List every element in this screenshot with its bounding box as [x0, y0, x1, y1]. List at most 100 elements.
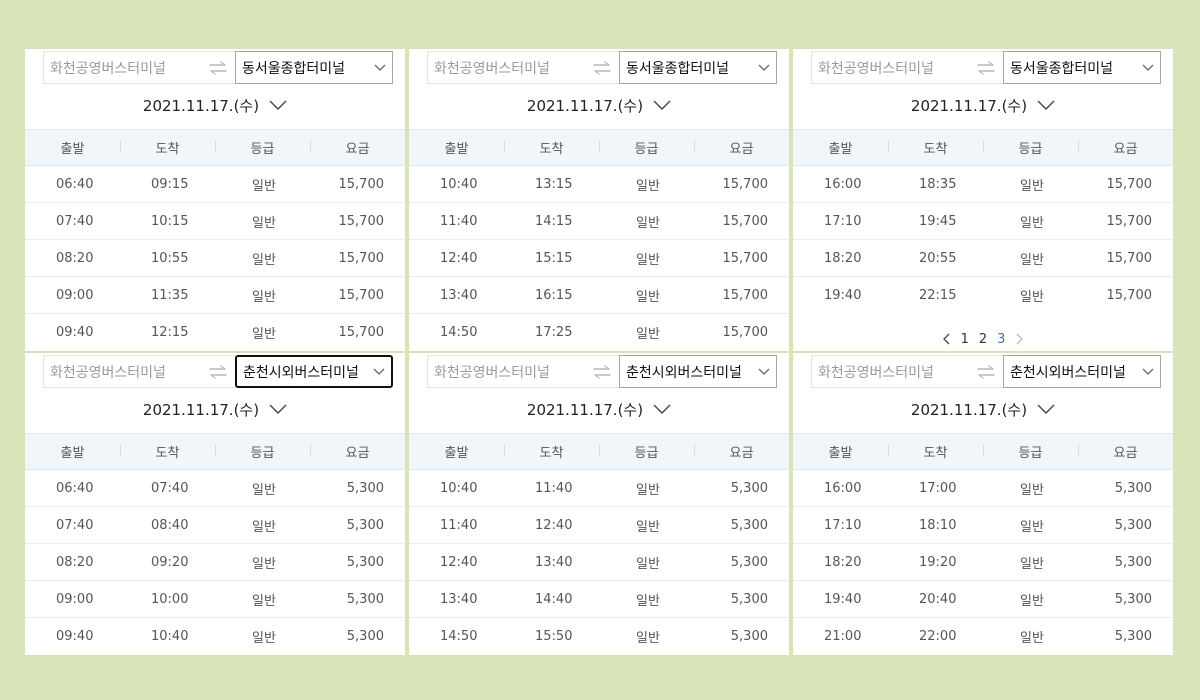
fare: 5,300	[1114, 517, 1152, 533]
table-row[interactable]: 12:40 13:40 일반 5,300	[409, 544, 789, 581]
table-row[interactable]: 09:40 12:15 일반 15,700	[25, 314, 405, 351]
table-row[interactable]: 11:40 14:15 일반 15,700	[409, 203, 789, 240]
chevron-down-icon	[758, 368, 770, 376]
table-row[interactable]: 16:00 17:00 일반 5,300	[793, 470, 1173, 507]
table-body: 10:40 13:15 일반 15,700 11:40 14:15 일반 15,700 12:4…	[409, 166, 789, 351]
timetable-panel-5: 화천공영버스터미널 춘천시외버스터미널 2021.11.17.(수) 출발 도착 등…	[409, 353, 789, 655]
table-row[interactable]: 17:10 18:10 일반 5,300	[793, 507, 1173, 544]
table-row[interactable]: 11:40 12:40 일반 5,300	[409, 507, 789, 544]
fare: 15,700	[722, 287, 769, 303]
chevron-left-icon[interactable]	[942, 333, 951, 345]
swap-button[interactable]	[585, 51, 619, 84]
departure-time: 21:00	[824, 629, 862, 644]
date-value: 2021.11.17.(수)	[910, 400, 1028, 419]
table-row[interactable]: 13:40 14:40 일반 5,300	[409, 581, 789, 618]
arrival-time: 12:40	[535, 517, 573, 533]
table-row[interactable]: 18:20 19:20 일반 5,300	[793, 544, 1173, 581]
fare: 15,700	[722, 250, 769, 266]
date-selector[interactable]: 2021.11.17.(수)	[25, 395, 405, 423]
date-selector[interactable]: 2021.11.17.(수)	[793, 91, 1173, 119]
arrival-time: 07:40	[151, 480, 189, 496]
table-row[interactable]: 08:20 09:20 일반 5,300	[25, 544, 405, 581]
arrival-time: 13:40	[535, 554, 573, 570]
departure-time: 09:00	[56, 591, 94, 607]
page-number-2[interactable]: 2	[979, 332, 987, 347]
chevron-down-icon	[1037, 404, 1055, 414]
column-header: 도착	[504, 138, 599, 157]
origin-field[interactable]: 화천공영버스터미널	[427, 355, 585, 388]
table-row[interactable]: 21:00 22:00 일반 5,300	[793, 618, 1173, 655]
table-row[interactable]: 12:40 15:15 일반 15,700	[409, 240, 789, 277]
arrival-time: 10:15	[151, 213, 189, 229]
chevron-down-icon	[1142, 368, 1154, 376]
table-row[interactable]: 16:00 18:35 일반 15,700	[793, 166, 1173, 203]
fare: 15,700	[722, 325, 769, 340]
departure-time: 13:40	[440, 287, 478, 303]
column-header: 등급	[599, 138, 694, 157]
origin-field[interactable]: 화천공영버스터미널	[811, 355, 969, 388]
table-row[interactable]: 14:50 15:50 일반 5,300	[409, 618, 789, 655]
destination-select[interactable]: 동서울종합터미널	[1003, 51, 1161, 84]
table-row[interactable]: 09:40 10:40 일반 5,300	[25, 618, 405, 655]
destination-select[interactable]: 춘천시외버스터미널	[619, 355, 777, 388]
swap-button[interactable]	[969, 355, 1003, 388]
table-row[interactable]: 18:20 20:55 일반 15,700	[793, 240, 1173, 277]
fare: 5,300	[346, 629, 384, 644]
chevron-right-icon[interactable]	[1015, 333, 1024, 345]
date-selector[interactable]: 2021.11.17.(수)	[25, 91, 405, 119]
table-row[interactable]: 17:10 19:45 일반 15,700	[793, 203, 1173, 240]
departure-time: 12:40	[440, 554, 478, 570]
table-row[interactable]: 07:40 08:40 일반 5,300	[25, 507, 405, 544]
page-number-1[interactable]: 1	[961, 332, 969, 347]
date-selector[interactable]: 2021.11.17.(수)	[409, 91, 789, 119]
column-header: 요금	[310, 138, 405, 157]
origin-field[interactable]: 화천공영버스터미널	[43, 355, 201, 388]
swap-button[interactable]	[201, 51, 235, 84]
table-row[interactable]: 09:00 10:00 일반 5,300	[25, 581, 405, 618]
table-row[interactable]: 19:40 20:40 일반 5,300	[793, 581, 1173, 618]
route-selector: 화천공영버스터미널 동서울종합터미널	[811, 51, 1161, 84]
table-body: 06:40 07:40 일반 5,300 07:40 08:40 일반 5,300 08:20 0…	[25, 470, 405, 655]
swap-button[interactable]	[585, 355, 619, 388]
table-row[interactable]: 10:40 13:15 일반 15,700	[409, 166, 789, 203]
fare: 15,700	[1106, 250, 1153, 266]
bus-grade: 일반	[252, 178, 276, 194]
swap-button[interactable]	[201, 355, 235, 388]
fare: 5,300	[730, 480, 768, 496]
date-selector[interactable]: 2021.11.17.(수)	[409, 395, 789, 423]
origin-field[interactable]: 화천공영버스터미널	[43, 51, 201, 84]
table-row[interactable]: 07:40 10:15 일반 15,700	[25, 203, 405, 240]
destination-select[interactable]: 춘천시외버스터미널	[235, 355, 393, 388]
table-row[interactable]: 10:40 11:40 일반 5,300	[409, 470, 789, 507]
arrival-time: 08:40	[151, 517, 189, 533]
departure-time: 17:10	[824, 213, 862, 229]
destination-value: 동서울종합터미널	[242, 60, 346, 77]
column-header: 요금	[310, 442, 405, 461]
date-value: 2021.11.17.(수)	[526, 96, 644, 115]
table-header: 출발 도착 등급 요금	[793, 433, 1173, 470]
departure-time: 19:40	[824, 288, 862, 303]
table-row[interactable]: 09:00 11:35 일반 15,700	[25, 277, 405, 314]
origin-field[interactable]: 화천공영버스터미널	[427, 51, 585, 84]
column-header: 도착	[120, 138, 215, 157]
table-row[interactable]: 14:50 17:25 일반 15,700	[409, 314, 789, 351]
table-row[interactable]: 06:40 07:40 일반 5,300	[25, 470, 405, 507]
page-number-3[interactable]: 3	[997, 332, 1005, 347]
table-row[interactable]: 19:40 22:15 일반 15,700	[793, 277, 1173, 314]
destination-select[interactable]: 동서울종합터미널	[619, 51, 777, 84]
chevron-down-icon	[653, 100, 671, 110]
date-selector[interactable]: 2021.11.17.(수)	[793, 395, 1173, 423]
column-header: 출발	[444, 142, 469, 157]
origin-field[interactable]: 화천공영버스터미널	[811, 51, 969, 84]
table-row[interactable]: 13:40 16:15 일반 15,700	[409, 277, 789, 314]
table-row[interactable]: 06:40 09:15 일반 15,700	[25, 166, 405, 203]
column-header: 등급	[215, 138, 310, 157]
destination-select[interactable]: 동서울종합터미널	[235, 51, 393, 84]
destination-select[interactable]: 춘천시외버스터미널	[1003, 355, 1161, 388]
column-header: 등급	[215, 442, 310, 461]
swap-arrows-icon	[977, 364, 995, 379]
table-row[interactable]: 08:20 10:55 일반 15,700	[25, 240, 405, 277]
swap-button[interactable]	[969, 51, 1003, 84]
column-header: 등급	[599, 442, 694, 461]
departure-time: 08:20	[56, 554, 94, 570]
